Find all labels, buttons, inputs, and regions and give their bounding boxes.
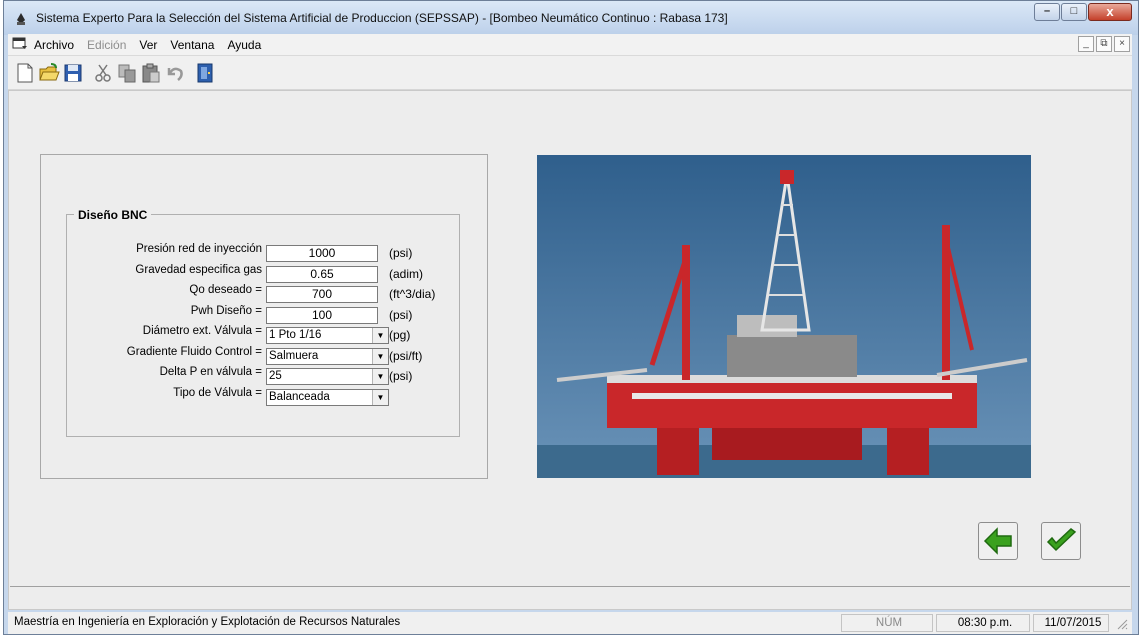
menu-item-ayuda[interactable]: Ayuda: [227, 38, 261, 52]
resize-grip-icon[interactable]: [1116, 618, 1128, 630]
bottom-separator: [10, 586, 1130, 587]
cut-scissors-icon[interactable]: [92, 62, 114, 84]
chevron-down-icon[interactable]: ▼: [372, 390, 388, 405]
injection-pressure-value: 1000: [308, 246, 336, 260]
app-icon: [17, 13, 25, 25]
chevron-down-icon[interactable]: ▼: [372, 349, 388, 364]
valve-type-select[interactable]: Balanceada ▼: [266, 389, 389, 406]
status-message: Maestría en Ingeniería en Exploración y …: [14, 616, 401, 628]
valve-type-value: Balanceada: [269, 391, 330, 403]
minimize-button[interactable]: –: [1034, 3, 1060, 21]
chevron-down-icon[interactable]: ▼: [372, 328, 388, 343]
gas-specific-gravity-label: Gravedad especifica gas: [135, 264, 262, 276]
gas-specific-gravity-input[interactable]: 0.65: [266, 266, 378, 283]
toolbar: [8, 56, 1132, 90]
gas-specific-gravity-value: 0.65: [310, 267, 334, 281]
valve-type-label: Tipo de Válvula =: [173, 387, 262, 399]
injection-pressure-label: Presión red de inyección: [136, 243, 262, 255]
desired-qo-input[interactable]: 700: [266, 286, 378, 303]
control-fluid-gradient-value: Salmuera: [269, 350, 319, 362]
control-fluid-gradient-select[interactable]: Salmuera ▼: [266, 348, 389, 365]
status-bar: Maestría en Ingeniería en Exploración y …: [8, 612, 1132, 634]
control-fluid-gradient-label: Gradiente Fluido Control =: [126, 346, 262, 358]
status-date: 11/07/2015: [1033, 614, 1109, 632]
save-disk-icon[interactable]: [62, 62, 84, 84]
numlock-indicator: NÚM: [841, 614, 933, 632]
valve-outer-diameter-unit: (pg): [389, 328, 411, 342]
desired-qo-value: 700: [311, 287, 333, 301]
injection-pressure-unit: (psi): [389, 246, 413, 260]
mdi-minimize-button[interactable]: _: [1078, 36, 1094, 52]
back-button[interactable]: [978, 522, 1018, 560]
pwh-design-input[interactable]: 100: [266, 307, 378, 324]
maximize-button[interactable]: □: [1061, 3, 1087, 21]
menu-item-archivo[interactable]: Archivo: [34, 38, 74, 52]
desired-qo-label: Qo deseado =: [189, 284, 262, 296]
green-checkmark-icon: [1046, 528, 1077, 552]
pwh-design-label: Pwh Diseño =: [190, 305, 262, 317]
title-bar[interactable]: Sistema Experto Para la Selección del Si…: [4, 1, 1138, 35]
valve-outer-diameter-value: 1 Pto 1/16: [269, 329, 322, 341]
desired-qo-unit: (ft^3/dia): [389, 287, 436, 301]
menu-item-ver[interactable]: Ver: [139, 38, 157, 52]
paste-icon[interactable]: [140, 62, 162, 84]
valve-delta-p-select[interactable]: 25 ▼: [266, 368, 389, 385]
valve-delta-p-value: 25: [269, 370, 282, 382]
valve-outer-diameter-label: Diámetro ext. Válvula =: [142, 325, 262, 337]
mdi-close-button[interactable]: ×: [1114, 36, 1130, 52]
window-title: Sistema Experto Para la Selección del Si…: [36, 11, 728, 25]
child-window-icon[interactable]: [12, 37, 28, 51]
pwh-design-value: 100: [311, 308, 333, 322]
valve-delta-p-label: Delta P en válvula =: [159, 366, 262, 378]
control-fluid-gradient-unit: (psi/ft): [389, 349, 423, 363]
copy-icon[interactable]: [116, 62, 138, 84]
pwh-design-unit: (psi): [389, 308, 413, 322]
menu-bar: Archivo Edición Ver Ventana Ayuda _ ⧉ ×: [8, 34, 1132, 56]
menu-item-edicion[interactable]: Edición: [87, 38, 126, 52]
gas-specific-gravity-unit: (adim): [389, 267, 424, 281]
offshore-rig-photo: [537, 155, 1031, 478]
close-button[interactable]: x: [1088, 3, 1132, 21]
valve-delta-p-unit: (psi): [389, 369, 413, 383]
injection-pressure-input[interactable]: 1000: [266, 245, 378, 262]
undo-icon[interactable]: [164, 62, 186, 84]
new-file-icon[interactable]: [14, 62, 36, 84]
accept-button[interactable]: [1041, 522, 1081, 560]
status-time: 08:30 p.m.: [936, 614, 1030, 632]
menu-item-ventana[interactable]: Ventana: [170, 38, 214, 52]
mdi-restore-button[interactable]: ⧉: [1096, 36, 1112, 52]
group-title: Diseño BNC: [74, 208, 152, 222]
valve-outer-diameter-select[interactable]: 1 Pto 1/16 ▼: [266, 327, 389, 344]
green-left-arrow-icon: [983, 527, 1012, 555]
exit-door-icon[interactable]: [194, 62, 216, 84]
chevron-down-icon[interactable]: ▼: [372, 369, 388, 384]
open-folder-icon[interactable]: [38, 62, 60, 84]
